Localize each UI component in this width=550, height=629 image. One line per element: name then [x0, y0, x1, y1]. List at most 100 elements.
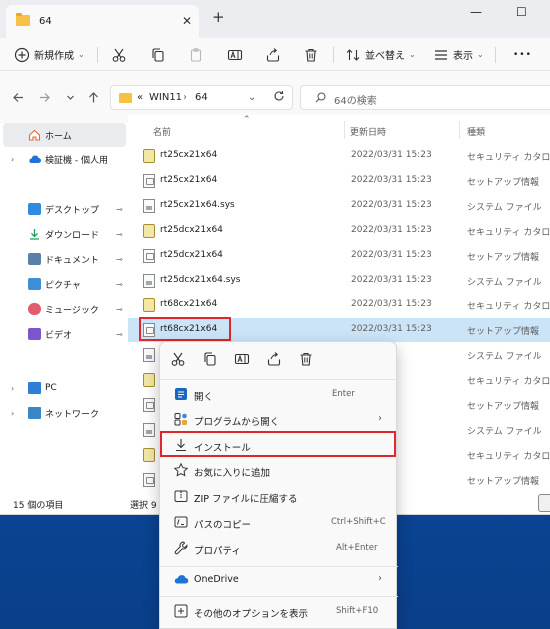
star-icon: [173, 462, 189, 478]
open-with-icon: [173, 411, 189, 427]
breadcrumb-win11[interactable]: WIN11: [149, 92, 182, 103]
tab-close-icon[interactable]: ✕: [182, 14, 192, 28]
search-input[interactable]: 64の検索: [300, 85, 550, 110]
sidebar-item-music[interactable]: ミュージック ⊸: [3, 297, 126, 321]
file-type: セキュリティ カタログ: [467, 227, 550, 238]
sidebar-item-documents[interactable]: ドキュメント ⊸: [3, 247, 126, 271]
file-name: rt25cx21x64: [160, 150, 218, 160]
menu-item-label: プロパティ: [194, 546, 241, 557]
menu-item-more-options[interactable]: その他のオプションを表示 Shift+F10: [164, 599, 394, 624]
paste-button[interactable]: [188, 38, 204, 71]
file-type: システム ファイル: [467, 426, 542, 437]
sidebar-item-downloads[interactable]: ダウンロード ⊸: [3, 222, 126, 246]
minimize-button[interactable]: —: [470, 5, 482, 19]
forward-arrow-icon[interactable]: [38, 91, 51, 107]
menu-item-onedrive[interactable]: OneDrive ›: [164, 567, 394, 592]
up-arrow-icon[interactable]: [87, 91, 100, 107]
table-row[interactable]: rt25dcx21x64.sys 2022/03/31 15:23 システム ファイ…: [128, 269, 550, 293]
cut-button[interactable]: [111, 38, 127, 71]
catalog-file-icon: [143, 298, 155, 313]
view-button[interactable]: 表示 ⌄: [433, 38, 484, 71]
sidebar-item-desktop[interactable]: デスクトップ ⊸: [3, 197, 126, 221]
menu-item-label: お気に入りに追加: [194, 468, 271, 479]
column-header-modified[interactable]: 更新日時: [350, 125, 386, 138]
sidebar-item-home[interactable]: ホーム: [3, 123, 126, 147]
file-name: rt68cx21x64: [160, 299, 218, 310]
context-menu: 開く Enter プログラムから開く › インストール お気に入りに追加 ZIP…: [159, 341, 398, 629]
submenu-chevron-icon: ›: [378, 413, 382, 424]
scissors-icon[interactable]: [170, 351, 186, 367]
copy-button[interactable]: [150, 38, 166, 71]
chevron-down-icon: ⌄: [78, 50, 85, 59]
install-highlight: [160, 431, 396, 457]
chevron-right-icon[interactable]: ›: [11, 384, 14, 393]
column-header-name[interactable]: 名前: [153, 125, 171, 138]
details-view-button[interactable]: [538, 494, 550, 512]
divider: [97, 47, 98, 63]
refresh-icon[interactable]: [273, 90, 285, 106]
table-row[interactable]: rt25cx21x64 2022/03/31 15:23 セキュリティ カタログ: [128, 144, 550, 168]
wrench-icon: [173, 540, 189, 556]
sidebar-item-videos[interactable]: ビデオ ⊸: [3, 322, 126, 346]
pin-icon[interactable]: ⊸: [116, 205, 123, 214]
menu-item-open-with[interactable]: プログラムから開く ›: [164, 407, 394, 432]
breadcrumb-overflow[interactable]: «: [137, 92, 143, 103]
rename-button[interactable]: [227, 38, 243, 71]
search-icon: [315, 92, 326, 106]
new-button[interactable]: 新規作成 ⌄: [14, 38, 85, 71]
table-row[interactable]: rt68cx21x64 2022/03/31 15:23 セキュリティ カタログ: [128, 293, 550, 317]
pin-icon[interactable]: ⊸: [116, 280, 123, 289]
share-button[interactable]: [265, 38, 281, 71]
file-name: rt25cx21x64.sys: [160, 199, 235, 210]
sidebar-item-network[interactable]: › ネットワーク: [3, 401, 126, 425]
table-row[interactable]: rt25dcx21x64 2022/03/31 15:23 セットアップ情報: [128, 244, 550, 268]
sidebar-item-pictures[interactable]: ピクチャ ⊸: [3, 272, 126, 296]
delete-button[interactable]: [303, 38, 319, 71]
chevron-right-icon[interactable]: ›: [11, 409, 14, 418]
tab-title: 64: [39, 16, 52, 27]
trash-icon: [303, 47, 319, 63]
column-divider[interactable]: [344, 121, 345, 139]
trash-icon[interactable]: [298, 351, 314, 367]
column-header-type[interactable]: 種類: [467, 125, 485, 138]
tab-64[interactable]: 64 ✕: [6, 5, 199, 38]
share-icon[interactable]: [266, 351, 282, 367]
file-name: rt25dcx21x64.sys: [160, 274, 241, 285]
copy-icon[interactable]: [202, 351, 218, 367]
chevron-right-icon[interactable]: ›: [11, 155, 14, 164]
table-row[interactable]: rt25cx21x64.sys 2022/03/31 15:23 システム ファイル: [128, 194, 550, 218]
divider: [495, 47, 496, 63]
recent-chevron-icon[interactable]: [64, 91, 77, 107]
sidebar-item-pc[interactable]: › PC: [3, 376, 126, 400]
sidebar-item-onedrive[interactable]: › 検証機 - 個人用: [3, 147, 126, 171]
pin-icon[interactable]: ⊸: [116, 255, 123, 264]
setup-info-file-icon: [143, 398, 155, 412]
rename-icon[interactable]: [234, 351, 250, 367]
menu-item-compress-zip[interactable]: ZIP ファイルに圧縮する: [164, 484, 394, 509]
file-modified: 2022/03/31 15:23: [351, 249, 432, 260]
address-bar[interactable]: « WIN11 › 64 ⌄: [110, 85, 293, 110]
breadcrumb-64[interactable]: 64: [195, 92, 208, 103]
pin-icon[interactable]: ⊸: [116, 305, 123, 314]
table-row[interactable]: rt25cx21x64 2022/03/31 15:23 セットアップ情報: [128, 169, 550, 193]
table-row[interactable]: rt25dcx21x64 2022/03/31 15:23 セキュリティ カタログ: [128, 219, 550, 243]
maximize-button[interactable]: ☐: [516, 5, 527, 19]
desktop-icon: [28, 203, 41, 215]
sort-ascending-icon[interactable]: ⌃: [243, 115, 251, 125]
pin-icon[interactable]: ⊸: [116, 330, 123, 339]
open-app-icon: [173, 386, 189, 402]
menu-item-add-favorite[interactable]: お気に入りに追加: [164, 458, 394, 483]
pin-icon[interactable]: ⊸: [116, 230, 123, 239]
more-options-button[interactable]: •••: [509, 38, 532, 71]
menu-item-properties[interactable]: プロパティ Alt+Enter: [164, 536, 394, 561]
file-type: セキュリティ カタログ: [467, 302, 550, 313]
address-dropdown-icon[interactable]: ⌄: [248, 92, 256, 103]
column-divider[interactable]: [459, 121, 460, 139]
sort-button[interactable]: 並べ替え ⌄: [345, 38, 416, 71]
menu-item-copy-path[interactable]: パスのコピー Ctrl+Shift+C: [164, 510, 394, 535]
pictures-icon: [28, 278, 41, 290]
menu-item-open[interactable]: 開く Enter: [164, 382, 394, 407]
file-modified: 2022/03/31 15:23: [351, 299, 432, 310]
new-tab-button[interactable]: +: [212, 10, 225, 25]
back-arrow-icon[interactable]: [12, 91, 25, 107]
